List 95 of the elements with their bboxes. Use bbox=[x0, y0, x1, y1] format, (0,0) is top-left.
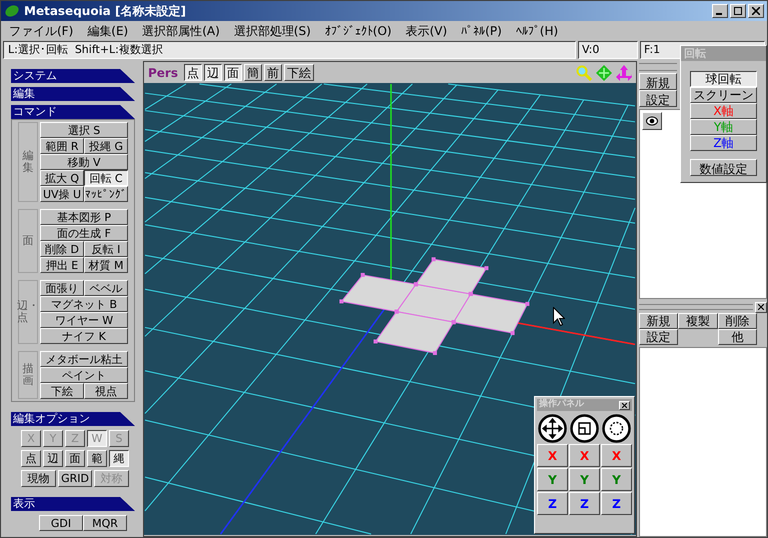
command-button[interactable]: ワイヤー W bbox=[40, 312, 128, 328]
numeric-settings-button[interactable]: 数値設定 bbox=[690, 159, 757, 176]
panel-header[interactable]: 表示 bbox=[11, 497, 135, 511]
command-button[interactable]: 投縄 G bbox=[84, 138, 128, 154]
maximize-icon bbox=[734, 7, 742, 15]
material-button[interactable]: 複製 bbox=[678, 313, 718, 329]
maximize-button[interactable] bbox=[730, 4, 746, 18]
manipulator-button[interactable] bbox=[601, 413, 632, 443]
command-button[interactable]: 基本図形 P bbox=[40, 209, 128, 225]
group-label: 編集 bbox=[18, 122, 38, 202]
rotate-mode-button[interactable]: スクリーン bbox=[690, 87, 757, 103]
move-arrows-icon bbox=[538, 414, 567, 442]
menu-item[interactable]: ﾊﾟﾈﾙ(P) bbox=[461, 22, 502, 40]
command-button[interactable]: MQR bbox=[83, 515, 127, 531]
material-button[interactable]: 削除 bbox=[718, 313, 757, 329]
close-button[interactable] bbox=[619, 400, 630, 410]
panel-grip[interactable] bbox=[639, 63, 677, 71]
status-hint: L:選択･回転 Shift+L:複数選択 bbox=[3, 41, 576, 59]
view-toggle-button[interactable]: 前 bbox=[264, 64, 282, 81]
command-button[interactable]: 材質 M bbox=[84, 257, 128, 273]
rotate-circle-icon bbox=[602, 414, 631, 442]
view-toggle-button[interactable]: 下絵 bbox=[284, 64, 314, 81]
view-toggle-button[interactable]: 辺 bbox=[204, 64, 222, 81]
eye-icon bbox=[646, 116, 658, 126]
menu-item[interactable]: 編集(E) bbox=[87, 22, 128, 40]
command-button[interactable]: ナイフ K bbox=[40, 328, 128, 344]
menu-item[interactable]: 選択部属性(A) bbox=[142, 22, 220, 40]
manipulator-button[interactable] bbox=[537, 413, 568, 443]
visibility-toggle[interactable] bbox=[642, 112, 662, 130]
vertex-count: V:0 bbox=[578, 41, 638, 59]
command-button[interactable]: 面 bbox=[65, 450, 85, 467]
group-label: 面 bbox=[18, 209, 38, 273]
group-label: 辺・点 bbox=[18, 280, 38, 344]
axis-button[interactable]: Z bbox=[569, 492, 600, 515]
command-button[interactable]: ペイント bbox=[40, 367, 128, 383]
command-button[interactable]: 回転 C bbox=[84, 170, 128, 186]
object-button[interactable]: 設定 bbox=[639, 90, 677, 107]
axis-button[interactable]: Z bbox=[537, 492, 568, 515]
command-button[interactable]: UV操 U bbox=[40, 186, 84, 202]
command-button[interactable]: 辺 bbox=[43, 450, 63, 467]
object-button[interactable]: 新規 bbox=[639, 73, 677, 90]
command-button[interactable]: 削除 D bbox=[40, 241, 84, 257]
view-toggle-button[interactable]: 簡 bbox=[244, 64, 262, 81]
command-button[interactable]: ﾏｯﾋﾟﾝｸﾞ bbox=[84, 186, 128, 202]
window-title: Metasequoia [名称未設定] bbox=[24, 3, 186, 20]
panel-grip[interactable] bbox=[639, 304, 753, 310]
view-toggle-button[interactable]: 点 bbox=[184, 64, 202, 81]
menu-item[interactable]: ｵﾌﾞｼﾞｪｸﾄ(O) bbox=[324, 22, 392, 40]
command-button[interactable]: 拡大 Q bbox=[40, 170, 84, 186]
command-button[interactable]: マグネット B bbox=[40, 296, 128, 312]
command-button[interactable]: メタボール粘土 bbox=[40, 351, 128, 367]
manipulator-button[interactable] bbox=[569, 413, 600, 443]
command-button[interactable]: 反転 I bbox=[84, 241, 128, 257]
close-button[interactable] bbox=[755, 302, 767, 312]
panel-title: 操作パネル bbox=[539, 398, 584, 412]
menu-item[interactable]: ﾍﾙﾌﾟ(H) bbox=[516, 22, 558, 40]
close-icon bbox=[622, 402, 627, 408]
minimize-button[interactable] bbox=[712, 4, 728, 18]
app-logo-icon bbox=[4, 4, 20, 18]
mouse-cursor-icon bbox=[553, 307, 565, 326]
command-button[interactable]: 範 bbox=[87, 450, 107, 467]
material-button[interactable]: 設定 bbox=[639, 329, 678, 345]
command-button[interactable]: 視点 bbox=[84, 383, 128, 399]
menu-item[interactable]: 表示(V) bbox=[406, 22, 448, 40]
menu-item[interactable]: 選択部処理(S) bbox=[234, 22, 311, 40]
view-toggle-button[interactable]: 面 bbox=[224, 64, 242, 81]
command-button[interactable]: 選択 S bbox=[40, 122, 128, 138]
material-button[interactable]: 新規 bbox=[639, 313, 678, 329]
command-button[interactable]: 現物 bbox=[21, 470, 56, 487]
command-button[interactable]: 面張り bbox=[40, 280, 84, 296]
menu-item[interactable]: ファイル(F) bbox=[9, 22, 74, 40]
command-button[interactable]: 面の生成 F bbox=[40, 225, 128, 241]
close-button[interactable] bbox=[748, 4, 764, 18]
command-button[interactable]: 点 bbox=[21, 450, 41, 467]
rotate-mode-button[interactable]: Z軸 bbox=[690, 135, 757, 151]
command-button[interactable]: 押出 E bbox=[40, 257, 84, 273]
panel-header[interactable]: システム bbox=[11, 69, 135, 83]
command-button[interactable]: GDI bbox=[39, 515, 83, 531]
panel-header[interactable]: 編集オプション bbox=[11, 412, 135, 426]
command-button[interactable]: 縄 bbox=[109, 450, 129, 467]
group-label: 描画 bbox=[18, 351, 38, 399]
close-icon bbox=[752, 7, 760, 15]
close-icon bbox=[758, 304, 764, 310]
panel-header[interactable]: コマンド bbox=[11, 105, 135, 119]
command-button[interactable]: GRID bbox=[58, 470, 92, 487]
rotate-mode-button[interactable]: 球回転 bbox=[690, 71, 757, 87]
axis-button[interactable]: Z bbox=[601, 492, 632, 515]
projection-label[interactable]: Pers bbox=[148, 64, 178, 82]
command-button[interactable]: 下絵 bbox=[40, 383, 84, 399]
command-button[interactable]: 範囲 R bbox=[40, 138, 84, 154]
panel-header[interactable]: 編集 bbox=[11, 87, 135, 101]
command-button[interactable]: 移動 V bbox=[40, 154, 128, 170]
command-button[interactable]: ベベル bbox=[84, 280, 128, 296]
cross-mesh-drawing[interactable] bbox=[339, 257, 530, 356]
material-button[interactable]: 他 bbox=[718, 329, 757, 345]
